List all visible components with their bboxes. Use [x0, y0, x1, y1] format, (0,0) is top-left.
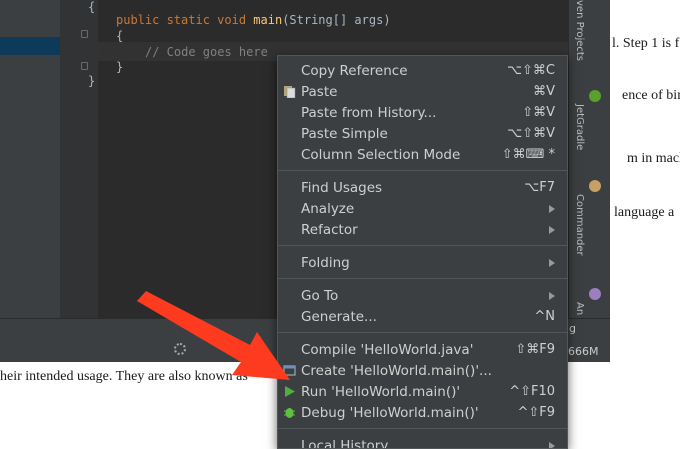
annotation-arrow-shape	[137, 291, 290, 380]
annotation-arrow-icon	[137, 291, 290, 380]
